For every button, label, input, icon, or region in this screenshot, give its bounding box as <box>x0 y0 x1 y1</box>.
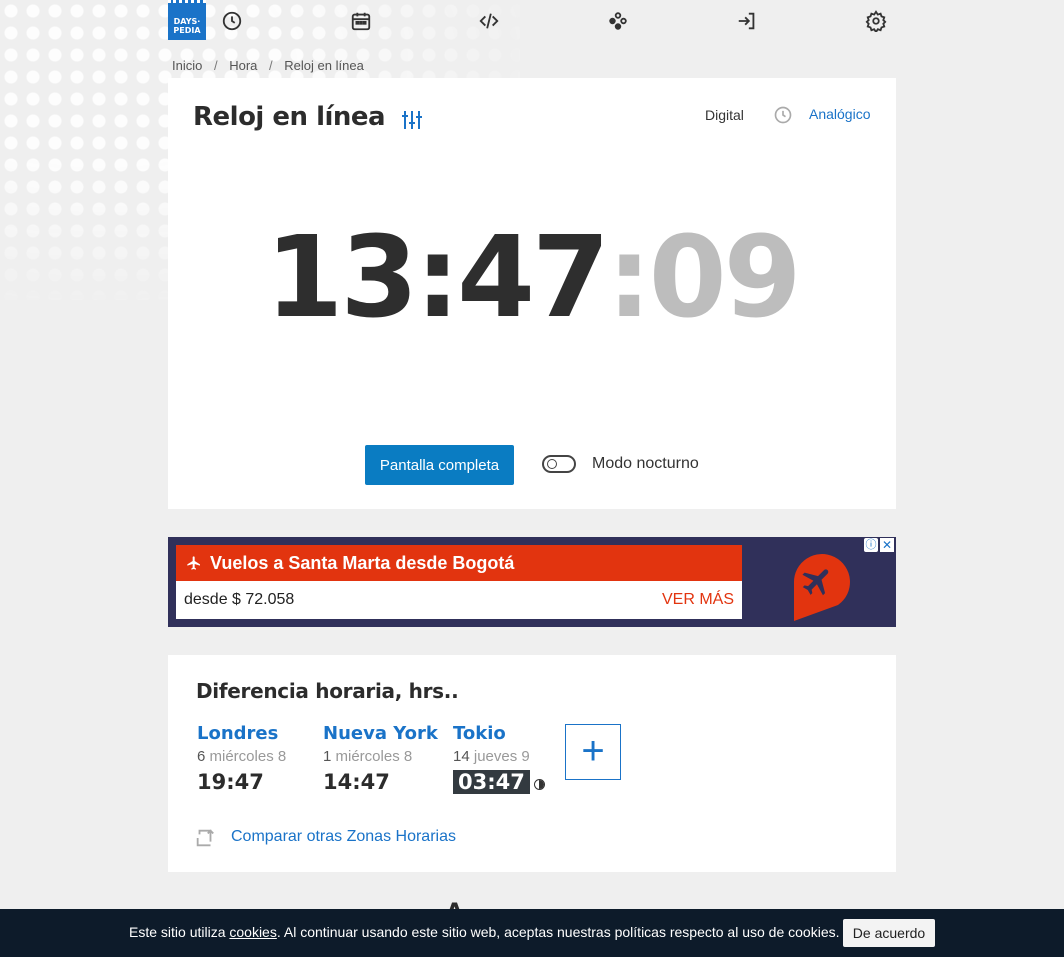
time-difference-card: Diferencia horaria, hrs.. Londres 6 miér… <box>168 655 896 872</box>
page-title: Reloj en línea <box>193 102 386 132</box>
city-item: Nueva York 1 miércoles 8 14:47 <box>323 723 438 794</box>
logo-line-1: DAYS· <box>173 17 201 26</box>
city-name-link[interactable]: Nueva York <box>323 723 438 744</box>
compare-timezones-link[interactable]: Comparar otras Zonas Horarias <box>231 828 456 846</box>
night-mode-label: Modo nocturno <box>592 455 699 472</box>
plane-badge-icon <box>793 554 850 621</box>
clock-colon: : <box>415 213 460 343</box>
clock-card: Reloj en línea Digital Analógico 13:47:0… <box>168 78 896 509</box>
toggle-knob <box>547 459 557 469</box>
night-mode-toggle[interactable] <box>542 455 576 473</box>
cookies-link[interactable]: cookies <box>229 924 276 940</box>
game-icon[interactable] <box>607 10 631 34</box>
breadcrumb: Inicio / Hora / Reloj en línea <box>172 58 364 73</box>
clock-icon[interactable] <box>221 10 245 34</box>
city-date: 14 jueves 9 <box>453 748 545 765</box>
logo-line-2: PEDIA <box>173 26 201 35</box>
dayspedia-logo[interactable]: DAYS· PEDIA <box>168 0 206 40</box>
ad-headline: Vuelos a Santa Marta desde Bogotá <box>210 553 515 573</box>
cookie-bar: Este sitio utiliza cookies. Al continuar… <box>0 909 1064 957</box>
ad-close-icon[interactable]: ✕ <box>880 538 894 552</box>
clock-seconds: 09 <box>648 218 799 322</box>
mode-digital[interactable]: Digital <box>705 107 744 123</box>
city-date: 1 miércoles 8 <box>323 748 438 765</box>
calendar-icon[interactable] <box>350 10 374 34</box>
settings-sliders-icon[interactable] <box>400 108 424 132</box>
ad-body[interactable]: desde $ 72.058 VER MÁS <box>176 581 742 619</box>
cookie-text-start: Este sitio utiliza <box>129 924 230 940</box>
fullscreen-button[interactable]: Pantalla completa <box>365 445 514 485</box>
ad-header[interactable]: Vuelos a Santa Marta desde Bogotá <box>176 545 742 581</box>
city-time: 19:47 <box>197 770 264 794</box>
section-title: Diferencia horaria, hrs.. <box>196 679 459 703</box>
city-time: 14:47 <box>323 770 390 794</box>
clock-colon-seconds: : <box>606 218 652 322</box>
next-section-heading: A <box>446 900 463 909</box>
moon-icon <box>533 779 545 791</box>
city-name-link[interactable]: Londres <box>197 723 286 744</box>
breadcrumb-separator: / <box>213 58 218 73</box>
city-time-row: 03:47 <box>453 765 545 794</box>
ad-info-icon[interactable]: ⓘ <box>864 538 878 552</box>
clock-hours: 13 <box>265 213 418 343</box>
breadcrumb-hora[interactable]: Hora <box>229 58 257 73</box>
breadcrumb-current: Reloj en línea <box>284 58 364 73</box>
top-nav: DAYS· PEDIA <box>168 0 896 42</box>
city-date: 6 miércoles 8 <box>197 748 286 765</box>
city-offset: 1 <box>323 748 332 765</box>
digital-clock: 13:47:09 <box>168 218 896 338</box>
mode-analog[interactable]: Analógico <box>809 106 871 122</box>
city-item: Tokio 14 jueves 9 03:47 <box>453 723 545 794</box>
city-name-link[interactable]: Tokio <box>453 723 545 744</box>
analog-clock-icon <box>773 105 793 125</box>
city-day: miércoles 8 <box>335 748 413 765</box>
city-day: jueves 9 <box>473 748 530 765</box>
gear-icon[interactable] <box>865 10 889 34</box>
add-city-button[interactable]: + <box>565 724 621 780</box>
breadcrumb-separator: / <box>269 58 273 73</box>
ad-cta-button[interactable]: VER MÁS <box>662 581 734 619</box>
plane-icon <box>187 556 200 570</box>
clock-minutes: 47 <box>457 213 610 343</box>
city-day: miércoles 8 <box>209 748 287 765</box>
ad-price: desde $ 72.058 <box>184 591 295 608</box>
city-offset: 14 <box>453 748 470 765</box>
breadcrumb-inicio[interactable]: Inicio <box>172 58 202 73</box>
city-time: 03:47 <box>453 770 530 794</box>
cookie-text-end: . Al continuar usando este sitio web, ac… <box>276 924 840 940</box>
ad-banner[interactable]: Vuelos a Santa Marta desde Bogotá desde … <box>168 537 896 627</box>
city-item: Londres 6 miércoles 8 19:47 <box>197 723 286 794</box>
cookie-text: Este sitio utiliza cookies. Al continuar… <box>129 924 840 940</box>
compare-icon <box>196 829 214 847</box>
city-offset: 6 <box>197 748 206 765</box>
clock-seconds-wrap: :09 <box>607 218 799 322</box>
login-icon[interactable] <box>736 10 760 34</box>
code-icon[interactable] <box>478 10 502 34</box>
accept-cookies-button[interactable]: De acuerdo <box>843 919 935 947</box>
